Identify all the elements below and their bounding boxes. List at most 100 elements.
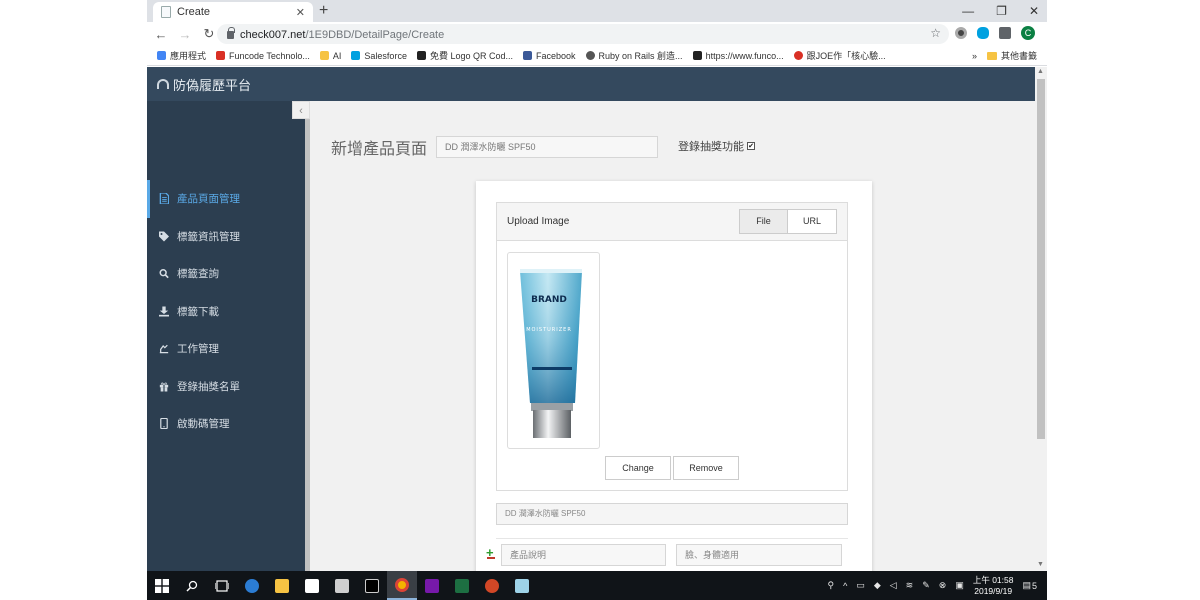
change-image-button[interactable]: Change: [605, 456, 671, 480]
lottery-toggle[interactable]: 登錄抽獎功能 ✔: [678, 138, 755, 154]
bookmark-label: AI: [332, 50, 342, 61]
bookmark-funcode[interactable]: Funcode Technolo...: [216, 51, 310, 61]
reload-button[interactable]: ↻: [199, 26, 219, 42]
back-button[interactable]: ←: [151, 27, 171, 42]
close-window-button[interactable]: ✕: [1029, 4, 1039, 18]
bookmark-funco-url[interactable]: https://www.funco...: [692, 51, 784, 61]
system-clock[interactable]: 上午 01:58 2019/9/19: [973, 575, 1014, 597]
page-scrollbar-thumb[interactable]: [1037, 79, 1045, 439]
scroll-down-arrow-icon[interactable]: ▼: [1037, 561, 1044, 568]
page-scrollbar[interactable]: ▲ ▼: [1035, 67, 1047, 571]
people-icon[interactable]: ⚲: [827, 580, 834, 591]
file-tab-button[interactable]: File: [739, 209, 788, 234]
remove-row-icon[interactable]: [487, 557, 495, 559]
gift-icon: [159, 382, 169, 392]
other-bookmarks-label: 其他書籤: [1000, 51, 1037, 61]
sidebar-item-tag-download[interactable]: 標籤下載: [147, 293, 305, 331]
bookmark-joe[interactable]: 跟JOE作「核心驗...: [793, 49, 886, 62]
divider: [496, 538, 848, 539]
tab-close-icon[interactable]: ✕: [296, 6, 305, 19]
notes-button[interactable]: [507, 571, 537, 600]
screen: Create ✕ + — ❐ ✕ ← → ↻ check007.net/1E9D…: [147, 0, 1047, 600]
product-description-input[interactable]: 產品說明: [501, 544, 666, 566]
browser-toolbar: ← → ↻ check007.net/1E9DBD/DetailPage/Cre…: [147, 22, 1047, 46]
restore-button[interactable]: ❐: [996, 4, 1007, 18]
dropbox-icon[interactable]: ◆: [874, 580, 881, 591]
sidebar-item-tag-info[interactable]: 標籤資訊管理: [147, 218, 305, 256]
bookmark-ai[interactable]: AI: [319, 50, 342, 61]
bookmark-facebook[interactable]: Facebook: [523, 51, 576, 61]
edge-button[interactable]: [237, 571, 267, 600]
extension-icons: C ⋮: [955, 26, 1047, 40]
bookmarks-bar: 應用程式 Funcode Technolo... AI Salesforce 免…: [147, 46, 1047, 66]
chrome-icon: [395, 577, 409, 592]
terminal-button[interactable]: [357, 571, 387, 600]
product-name-field[interactable]: DD 潤澤水防曬 SPF50: [496, 503, 848, 525]
product-usage-input[interactable]: 臉、身體適用: [676, 544, 842, 566]
url-path: /1E9DBD/DetailPage/Create: [305, 29, 445, 41]
pen-icon[interactable]: ✎: [922, 580, 930, 591]
profile-avatar[interactable]: C: [1021, 26, 1035, 40]
folder-icon: [319, 51, 329, 60]
clock-time: 上午 01:58: [972, 574, 1014, 585]
wifi-icon[interactable]: ≋: [906, 580, 914, 591]
tag-icon: [159, 231, 169, 242]
other-bookmarks[interactable]: 其他書籤: [986, 49, 1037, 62]
onenote-button[interactable]: [417, 571, 447, 600]
sidebar-item-lottery-list[interactable]: 登錄抽獎名單: [147, 368, 305, 406]
forward-button[interactable]: →: [175, 27, 195, 42]
app-title[interactable]: 防偽履歷平台: [173, 75, 251, 94]
gmail-icon: [216, 51, 226, 60]
url-host: check007.net: [240, 29, 306, 41]
bookmark-label: Funcode Technolo...: [229, 50, 310, 61]
lottery-checkbox[interactable]: ✔: [747, 142, 755, 150]
bookmark-logo-qr[interactable]: 免費 Logo QR Cod...: [416, 49, 513, 62]
minimize-button[interactable]: —: [962, 4, 974, 18]
product-name-input[interactable]: DD 潤澤水防曬 SPF50: [436, 136, 658, 158]
bookmarks-more-button[interactable]: »: [972, 51, 977, 61]
url-tab-button[interactable]: URL: [788, 209, 837, 234]
work-icon: [159, 344, 169, 354]
upload-panel: Upload Image File URL BRAND MOISTURIZER …: [496, 202, 848, 491]
image-brand-text: BRAND: [531, 295, 567, 305]
remove-image-button[interactable]: Remove: [673, 456, 739, 480]
bookmark-label: 免費 Logo QR Cod...: [429, 51, 513, 61]
folder-icon: [275, 578, 289, 593]
browser-tab[interactable]: Create ✕: [153, 2, 313, 22]
powerpoint-button[interactable]: [477, 571, 507, 600]
battery-icon[interactable]: ▭: [856, 580, 865, 591]
extensions-puzzle-icon[interactable]: [999, 27, 1011, 39]
mail-button[interactable]: [327, 571, 357, 600]
sidebar-item-label: 啟動碼管理: [177, 418, 230, 431]
sidebar: 產品頁面管理 標籤資訊管理 標籤查詢 標籤下載 工作管理 登錄抽獎名單 啟動碼管…: [147, 101, 305, 571]
notification-center-icon[interactable]: ▤ 5: [1022, 580, 1037, 591]
scroll-up-arrow-icon[interactable]: ▲: [1037, 68, 1044, 75]
sidebar-collapse-button[interactable]: ‹: [292, 101, 310, 119]
sidebar-item-tag-search[interactable]: 標籤查詢: [147, 255, 305, 293]
store-button[interactable]: [297, 571, 327, 600]
tray-chevron-icon[interactable]: ^: [843, 581, 847, 591]
chrome-taskbar-button[interactable]: [387, 571, 417, 600]
file-explorer-button[interactable]: [267, 571, 297, 600]
bookmark-star-icon[interactable]: ☆: [930, 26, 941, 40]
bookmark-ruby-on-rails[interactable]: Ruby on Rails 創造...: [585, 49, 683, 62]
qr-icon: [416, 51, 426, 60]
excel-button[interactable]: [447, 571, 477, 600]
ime-icon[interactable]: ▣: [955, 580, 964, 591]
address-bar[interactable]: check007.net/1E9DBD/DetailPage/Create ☆: [217, 24, 949, 44]
extension-icon[interactable]: [955, 27, 967, 39]
search-taskbar-button[interactable]: [177, 571, 207, 600]
task-view-button[interactable]: [207, 571, 237, 600]
sidebar-item-work-management[interactable]: 工作管理: [147, 330, 305, 368]
sidebar-item-activation-codes[interactable]: 啟動碼管理: [147, 405, 305, 443]
browser-menu-icon[interactable]: ⋮: [1045, 26, 1047, 40]
globe-icon: [585, 51, 595, 60]
sidebar-item-product-pages[interactable]: 產品頁面管理: [147, 180, 305, 218]
bookmark-salesforce[interactable]: Salesforce: [351, 51, 407, 61]
close-circle-icon[interactable]: ⊗: [939, 580, 947, 591]
new-tab-button[interactable]: +: [319, 2, 328, 20]
start-button[interactable]: [147, 571, 177, 600]
volume-icon[interactable]: ◁: [890, 580, 897, 591]
bookmark-apps[interactable]: 應用程式: [157, 49, 206, 62]
salesforce-extension-icon[interactable]: [977, 27, 989, 39]
